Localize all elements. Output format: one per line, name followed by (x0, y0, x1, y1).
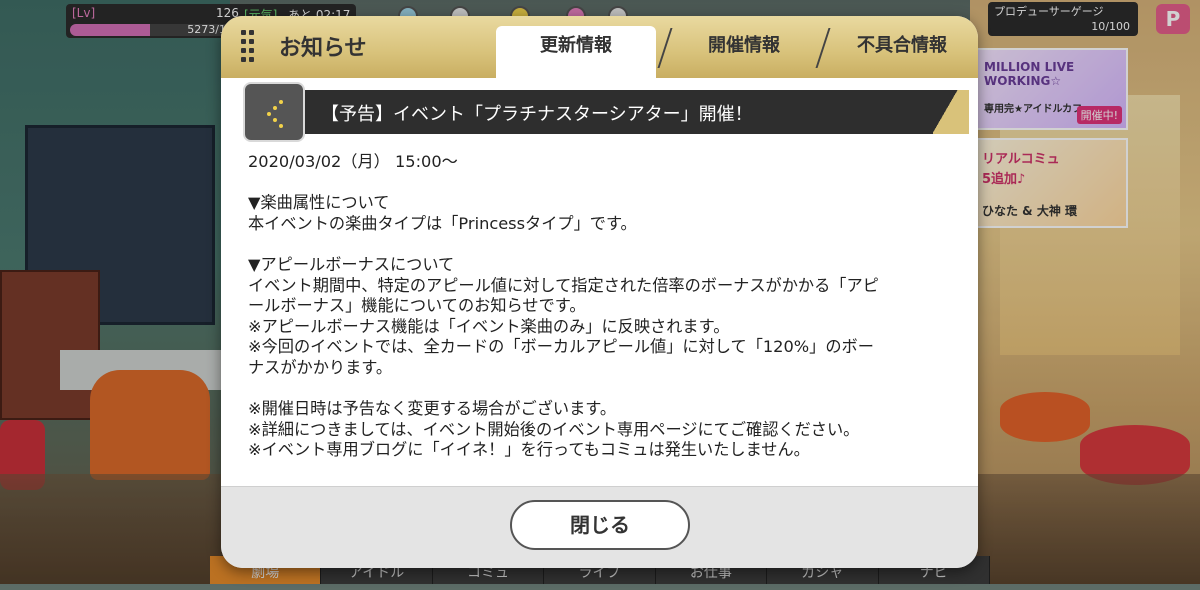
article-headline: 【予告】イベント「プラチナスターシアター」開催！ (321, 104, 753, 125)
article-line: ▼楽曲属性について (248, 193, 390, 213)
article-line: 2020/03/02（月） 15:00～ (248, 152, 458, 171)
article-line: ナスがかかります。 (248, 357, 393, 377)
article-line: 本イベントの楽曲タイプは「Princessタイプ」です。 (248, 213, 637, 233)
drag-grip-icon (241, 30, 255, 64)
news-tabs: 更新情報 開催情報 不具合情報 (496, 16, 978, 78)
tab-separator (815, 28, 831, 68)
news-modal: お知らせ 更新情報 開催情報 不具合情報 【予告】イベント「プラチナスターシアタ… (221, 16, 978, 568)
article-line: ※今回のイベントでは、全カードの「ボーカルアピール値」に対して「120%」のボー (248, 337, 874, 357)
article-line (248, 173, 948, 194)
tab-update-info[interactable]: 更新情報 (496, 26, 656, 78)
chevron-left-icon (267, 100, 283, 128)
article-line: ※イベント専用ブログに「イイネ！」を行ってもコミュは発生いたしません。 (248, 440, 810, 460)
article-line: ※アピールボーナス機能は「イベント楽曲のみ」に反映されます。 (248, 316, 730, 336)
article-line: ールボーナス」機能についてのお知らせです。 (248, 296, 586, 316)
tab-event-info[interactable]: 開催情報 (674, 26, 814, 78)
tab-bug-info[interactable]: 不具合情報 (832, 26, 972, 78)
article-text: 2020/03/02（月） 15:00～ ▼楽曲属性について 本イベントの楽曲タイ… (248, 152, 948, 461)
article-line (248, 379, 948, 400)
close-button[interactable]: 閉じる (510, 500, 690, 550)
modal-title: お知らせ (279, 36, 367, 61)
back-button[interactable] (243, 82, 305, 142)
modal-header: お知らせ 更新情報 開催情報 不具合情報 (221, 16, 978, 78)
tab-separator (657, 28, 673, 68)
article-line (248, 234, 948, 255)
article-line: ※開催日時は予告なく変更する場合がございます。 (248, 399, 617, 419)
article-line: ▼アピールボーナスについて (248, 254, 455, 274)
modal-body[interactable]: 【予告】イベント「プラチナスターシアター」開催！ 2020/03/02（月） 1… (221, 78, 978, 486)
article-line: イベント期間中、特定のアピール値に対して指定された倍率のボーナスがかかる「アピ (248, 275, 879, 295)
article-line: ※詳細につきましては、イベント開始後のイベント専用ページにてご確認ください。 (248, 419, 860, 439)
modal-footer: 閉じる (221, 486, 978, 568)
